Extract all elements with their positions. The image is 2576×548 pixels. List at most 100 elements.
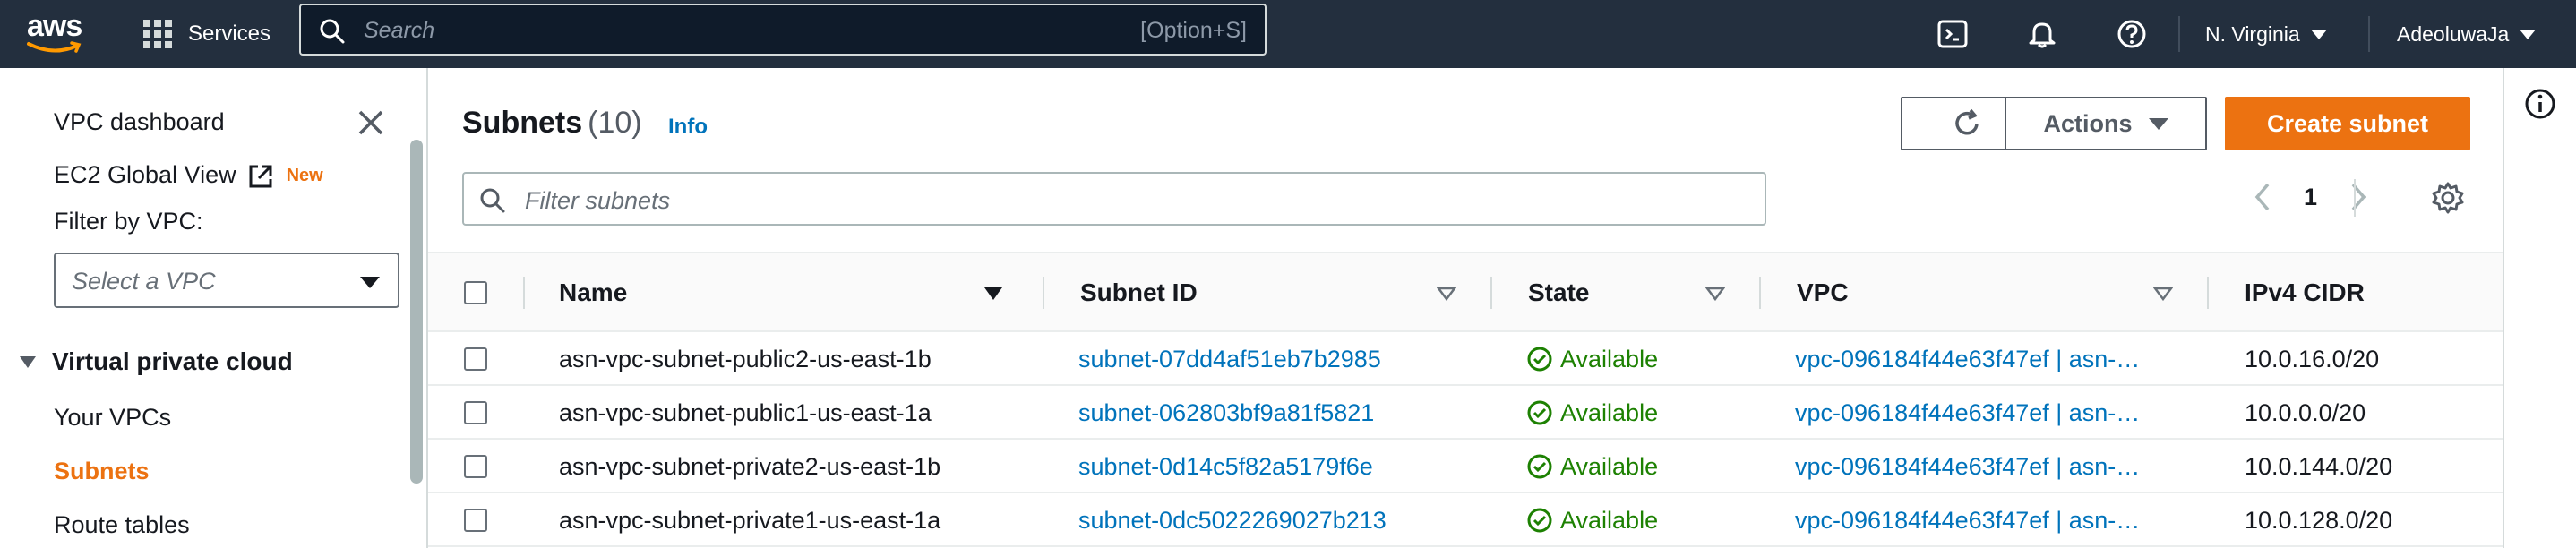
column-divider bbox=[1490, 277, 1492, 309]
account-menu[interactable]: AdeoluwaJa bbox=[2397, 16, 2537, 52]
help-button[interactable] bbox=[2110, 13, 2153, 56]
cell-ipv4-cidr: 10.0.128.0/20 bbox=[2245, 506, 2393, 534]
actions-button[interactable]: Actions bbox=[2005, 97, 2207, 150]
state-label: Available bbox=[1560, 398, 1659, 426]
check-circle-icon bbox=[1527, 400, 1552, 425]
services-menu-button[interactable]: Services bbox=[143, 13, 270, 56]
sort-icon[interactable] bbox=[1705, 287, 1725, 301]
column-divider bbox=[2207, 277, 2209, 309]
table-row[interactable]: asn-vpc-subnet-public2-us-east-1b subnet… bbox=[428, 332, 2503, 386]
sidebar-item-your-vpcs[interactable]: Your VPCs bbox=[54, 404, 171, 432]
cell-name: asn-vpc-subnet-public1-us-east-1a bbox=[559, 398, 932, 426]
column-divider bbox=[1759, 277, 1761, 309]
help-icon bbox=[2117, 20, 2146, 48]
bell-icon bbox=[2029, 22, 2056, 48]
info-link[interactable]: Info bbox=[668, 115, 708, 140]
nav-divider bbox=[2368, 16, 2370, 52]
global-search-input[interactable]: Search [Option+S] bbox=[299, 4, 1267, 56]
chevron-left-icon[interactable] bbox=[2252, 181, 2273, 213]
side-navigation: VPC dashboard EC2 Global View New Filter… bbox=[0, 68, 426, 548]
vpc-filter-select[interactable]: Select a VPC bbox=[54, 253, 399, 308]
column-header-vpc[interactable]: VPC bbox=[1797, 253, 1849, 332]
table-row[interactable]: asn-vpc-subnet-private1-us-east-1a subne… bbox=[428, 493, 2503, 547]
pager-divider bbox=[2354, 179, 2356, 217]
column-header-name[interactable]: Name bbox=[559, 253, 627, 332]
caret-down-icon bbox=[2148, 117, 2168, 130]
cell-vpc-link[interactable]: vpc-096184f44e63f47ef | asn-… bbox=[1795, 440, 2140, 493]
table-header: Name Subnet ID State VPC IPv4 CIDR bbox=[428, 252, 2503, 332]
cell-state: Available bbox=[1526, 493, 1658, 547]
column-header-state[interactable]: State bbox=[1528, 253, 1589, 332]
cell-name: asn-vpc-subnet-private2-us-east-1b bbox=[559, 452, 941, 480]
cell-subnet-id-link[interactable]: subnet-0d14c5f82a5179f6e bbox=[1078, 440, 1373, 493]
cell-ipv4-cidr: 10.0.0.0/20 bbox=[2245, 398, 2366, 426]
check-circle-icon bbox=[1527, 508, 1552, 533]
cell-subnet-id-link[interactable]: subnet-062803bf9a81f5821 bbox=[1078, 386, 1374, 440]
page-title-text: Subnets bbox=[462, 106, 583, 140]
gear-icon[interactable] bbox=[2431, 181, 2465, 215]
cell-vpc-link[interactable]: vpc-096184f44e63f47ef | asn-… bbox=[1795, 332, 2140, 386]
section-virtual-private-cloud[interactable]: Virtual private cloud bbox=[20, 347, 293, 376]
cell-state: Available bbox=[1526, 440, 1658, 493]
sidebar-item-vpc-dashboard[interactable]: VPC dashboard bbox=[54, 108, 225, 136]
state-label: Available bbox=[1560, 345, 1659, 372]
aws-logo[interactable]: aws bbox=[23, 7, 95, 61]
region-label: N. Virginia bbox=[2205, 21, 2300, 46]
ec2-global-view-label: EC2 Global View bbox=[54, 161, 236, 188]
sort-icon[interactable] bbox=[1437, 287, 1456, 301]
sidebar-item-subnets[interactable]: Subnets bbox=[54, 458, 150, 485]
cloudshell-button[interactable] bbox=[1931, 13, 1974, 56]
cell-subnet-id-link[interactable]: subnet-07dd4af51eb7b2985 bbox=[1078, 332, 1381, 386]
region-selector[interactable]: N. Virginia bbox=[2205, 16, 2327, 52]
state-label: Available bbox=[1560, 506, 1659, 534]
sidebar-scrollbar[interactable] bbox=[410, 140, 423, 484]
create-subnet-button[interactable]: Create subnet bbox=[2225, 97, 2470, 150]
table-row[interactable]: asn-vpc-subnet-private2-us-east-1b subne… bbox=[428, 440, 2503, 493]
filter-subnets-input[interactable]: Filter subnets bbox=[462, 172, 1766, 226]
cell-vpc-link[interactable]: vpc-096184f44e63f47ef | asn-… bbox=[1795, 493, 2140, 547]
column-header-subnet-id[interactable]: Subnet ID bbox=[1080, 253, 1198, 332]
actions-label: Actions bbox=[2043, 109, 2133, 137]
info-circle-icon[interactable] bbox=[2524, 88, 2556, 120]
row-checkbox[interactable] bbox=[464, 509, 487, 532]
row-checkbox[interactable] bbox=[464, 347, 487, 371]
cell-subnet-id-link[interactable]: subnet-0dc5022269027b213 bbox=[1078, 493, 1387, 547]
search-icon bbox=[320, 19, 345, 44]
close-icon[interactable] bbox=[356, 108, 385, 137]
state-label: Available bbox=[1560, 452, 1659, 480]
nav-divider bbox=[2178, 16, 2180, 52]
cell-ipv4-cidr: 10.0.16.0/20 bbox=[2245, 345, 2380, 372]
column-header-ipv4-cidr[interactable]: IPv4 CIDR bbox=[2245, 253, 2365, 332]
account-label: AdeoluwaJa bbox=[2397, 21, 2510, 46]
pagination: 1 bbox=[2252, 181, 2369, 213]
help-panel-rail bbox=[2504, 68, 2576, 548]
table-row[interactable]: asn-vpc-subnet-public1-us-east-1a subnet… bbox=[428, 386, 2503, 440]
caret-down-icon bbox=[20, 355, 36, 368]
search-placeholder: Search bbox=[364, 18, 435, 43]
notifications-button[interactable] bbox=[2021, 13, 2064, 56]
sort-icon[interactable] bbox=[983, 287, 1003, 301]
cell-name: asn-vpc-subnet-public2-us-east-1b bbox=[559, 345, 932, 372]
cell-vpc-link[interactable]: vpc-096184f44e63f47ef | asn-… bbox=[1795, 386, 2140, 440]
page-number[interactable]: 1 bbox=[2304, 184, 2317, 211]
filter-placeholder: Filter subnets bbox=[525, 187, 671, 214]
chevron-right-icon[interactable] bbox=[2348, 181, 2369, 213]
column-divider bbox=[1043, 277, 1044, 309]
vpc-select-placeholder: Select a VPC bbox=[72, 268, 216, 295]
page-title: Subnets (10) bbox=[462, 106, 642, 141]
sidebar-item-ec2-global-view[interactable]: EC2 Global View New bbox=[54, 161, 323, 190]
cell-ipv4-cidr: 10.0.144.0/20 bbox=[2245, 452, 2393, 480]
table-header-area: Subnets (10) Info Actions Create subnet F… bbox=[428, 68, 2503, 252]
select-all-checkbox[interactable] bbox=[464, 281, 487, 304]
sidebar-item-route-tables[interactable]: Route tables bbox=[54, 511, 190, 539]
top-navigation-bar: aws Services Search [Option+S] N. Virgin… bbox=[0, 0, 2576, 68]
sort-icon[interactable] bbox=[2153, 287, 2173, 301]
filter-by-vpc-label: Filter by VPC: bbox=[54, 208, 203, 235]
row-checkbox[interactable] bbox=[464, 455, 487, 478]
section-label: Virtual private cloud bbox=[52, 347, 293, 375]
column-divider bbox=[523, 277, 525, 309]
aws-smile-icon bbox=[27, 41, 82, 53]
row-checkbox[interactable] bbox=[464, 401, 487, 424]
check-circle-icon bbox=[1527, 347, 1552, 372]
caret-down-icon bbox=[2310, 29, 2327, 39]
